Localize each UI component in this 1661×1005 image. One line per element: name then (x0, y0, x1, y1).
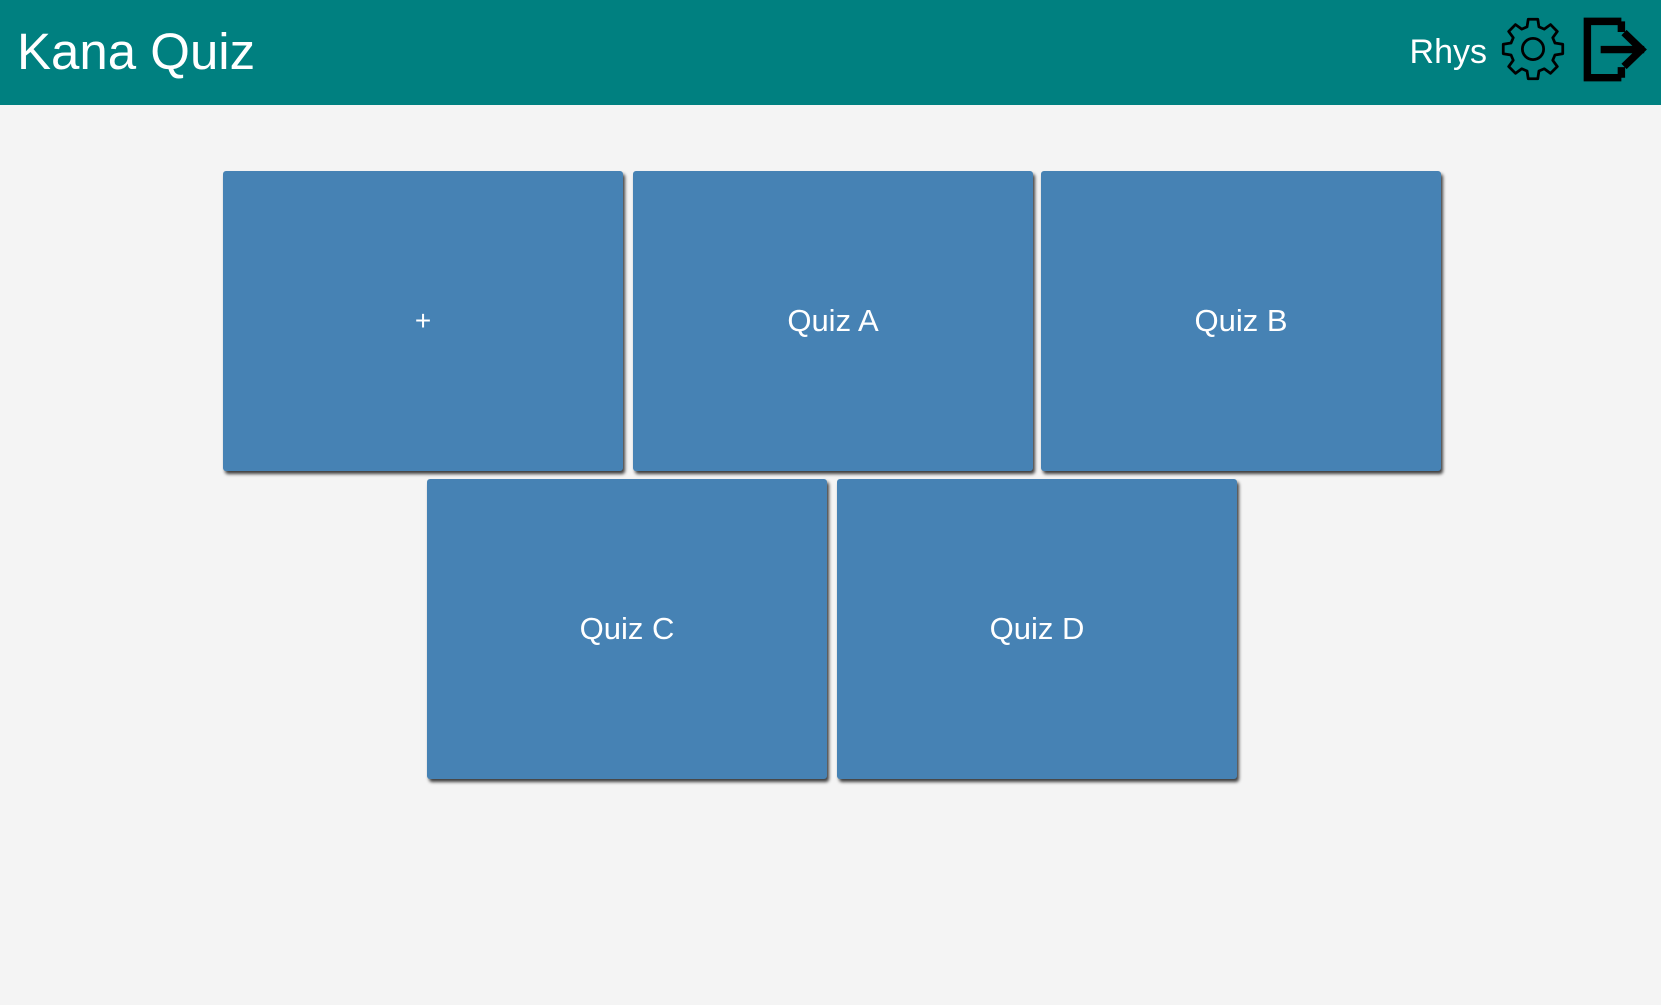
quiz-tile-d[interactable]: Quiz D (837, 479, 1237, 779)
app-title: Kana Quiz (17, 23, 256, 80)
quiz-tile-label: Quiz A (787, 303, 879, 338)
logout-button[interactable] (1581, 15, 1649, 83)
quiz-tile-label: Quiz D (989, 611, 1085, 646)
quiz-tile-a[interactable]: Quiz A (633, 171, 1033, 471)
app-header: Kana Quiz Rhys (0, 0, 1661, 105)
settings-button[interactable] (1499, 15, 1567, 83)
logout-arrow-icon (1583, 17, 1647, 82)
quiz-tile-label: Quiz C (579, 611, 675, 646)
quiz-tile-label: Quiz B (1194, 303, 1288, 338)
user-name[interactable]: Rhys (1410, 30, 1487, 74)
add-quiz-tile[interactable]: + (223, 171, 623, 471)
quiz-tile-c[interactable]: Quiz C (427, 479, 827, 779)
quiz-tile-b[interactable]: Quiz B (1041, 171, 1441, 471)
add-quiz-label: + (414, 305, 432, 336)
gear-icon (1501, 17, 1565, 81)
